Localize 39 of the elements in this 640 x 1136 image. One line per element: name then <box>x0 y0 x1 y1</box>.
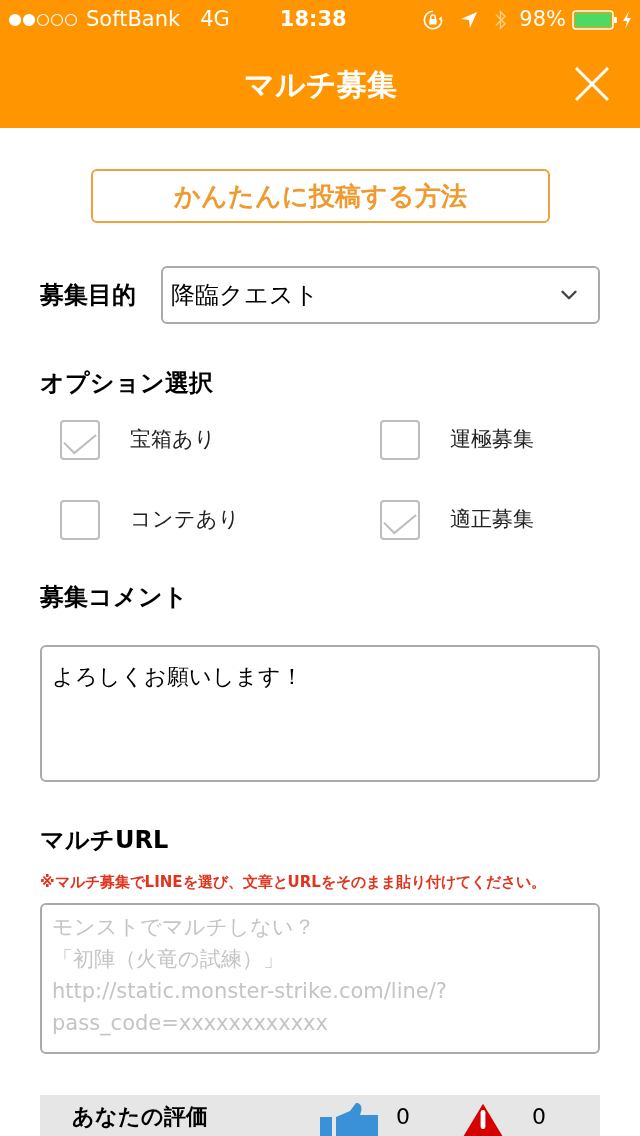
placeholder-text: 「初陣（火竜の試練）」 <box>52 946 284 973</box>
screen-title: マルチ募集 <box>243 65 397 104</box>
section-heading: マルチURL <box>40 825 169 855</box>
checkbox[interactable] <box>380 420 420 460</box>
purpose-label: 募集目的 <box>40 280 137 311</box>
section-heading: 募集コメント <box>40 582 188 612</box>
instruction-note: ※マルチ募集でLINEを選び、文章とURLをそのまま貼り付けてください。 <box>40 872 546 892</box>
checked-checkbox[interactable] <box>60 420 100 460</box>
check-icon <box>383 513 417 535</box>
close-icon <box>575 67 609 101</box>
clock-time: 18:38 <box>279 6 347 34</box>
option-label: コンテあり <box>130 506 240 534</box>
close-button[interactable] <box>574 66 610 102</box>
report-count: 0 <box>532 1103 546 1131</box>
purpose-dropdown[interactable]: 降臨クエスト <box>161 266 600 324</box>
placeholder-text: モンストでマルチしない？ <box>52 914 315 941</box>
option-label: 適正募集 <box>450 506 534 534</box>
checkbox[interactable] <box>60 500 100 540</box>
carrier-name: SoftBank <box>86 6 181 34</box>
option-label: 運極募集 <box>450 426 534 454</box>
section-heading: オプション選択 <box>40 368 213 398</box>
placeholder-text: http://static.monster-strike.com/line/? <box>52 978 447 1005</box>
thumbs-up-icon <box>320 1103 380 1136</box>
network-type: 4G <box>200 6 230 34</box>
dropdown-value: 降臨クエスト <box>171 280 320 311</box>
battery-icon <box>572 10 618 30</box>
rating-label: あなたの評価 <box>72 1103 209 1131</box>
bluetooth-icon <box>494 9 508 31</box>
battery-percent: 98% <box>519 6 566 34</box>
checked-checkbox[interactable] <box>380 500 420 540</box>
comment-field[interactable]: よろしくお願いします！ <box>40 645 600 782</box>
option-label: 宝箱あり <box>130 426 216 454</box>
signal-strength-icon <box>8 13 78 27</box>
location-arrow-icon <box>460 11 479 29</box>
placeholder-text: pass_code=xxxxxxxxxxxx <box>52 1010 328 1038</box>
check-icon <box>63 433 97 455</box>
charging-bolt-icon <box>622 11 632 29</box>
rotation-lock-icon <box>422 9 445 31</box>
like-count: 0 <box>396 1103 411 1131</box>
